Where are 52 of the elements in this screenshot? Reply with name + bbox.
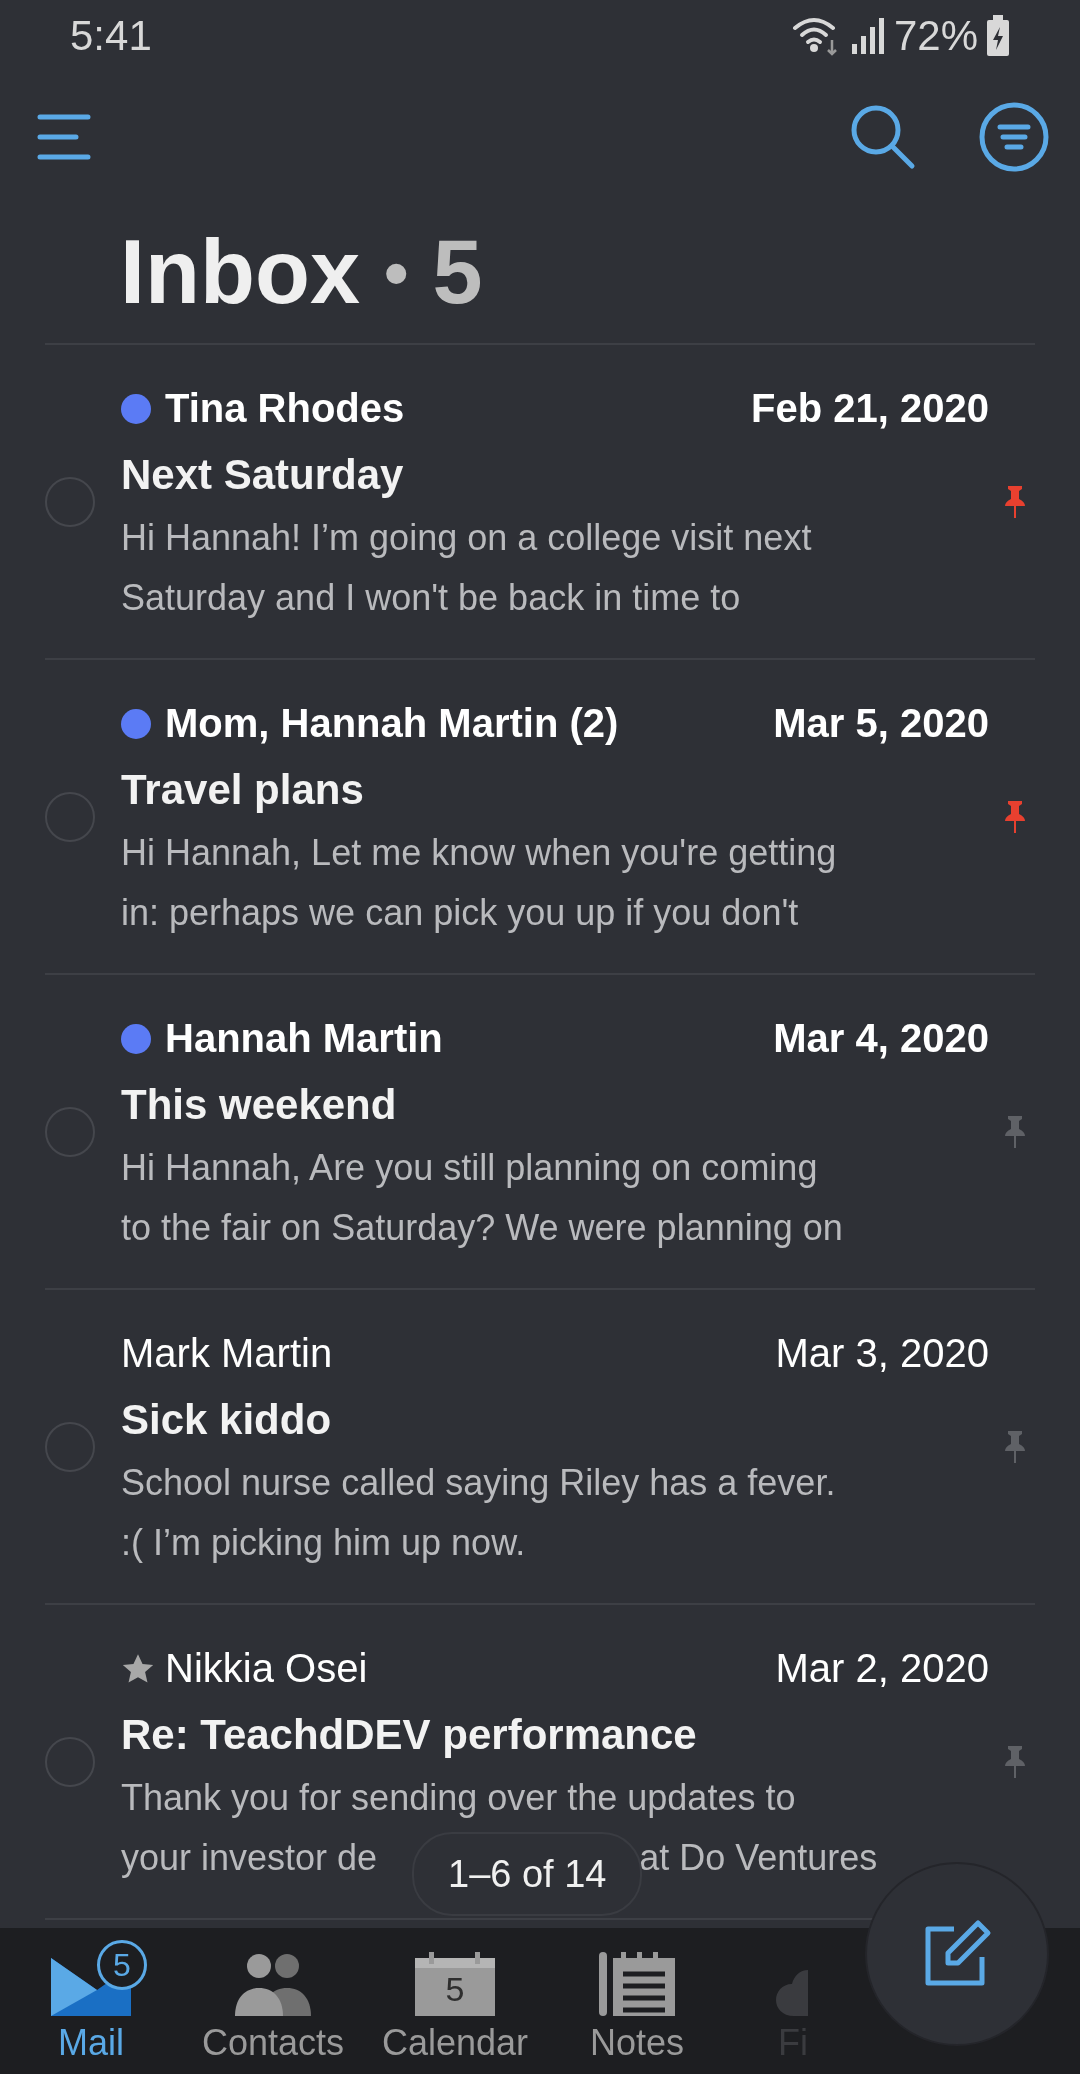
inbox-title: Inbox (120, 221, 360, 324)
message-date: Mar 4, 2020 (773, 1016, 989, 1061)
menu-icon[interactable] (36, 112, 92, 162)
message-subject: Sick kiddo (121, 1394, 333, 1445)
filter-icon[interactable] (978, 101, 1050, 173)
message-preview: in: perhaps we can pick you up if you don't (121, 890, 799, 935)
nav-tab[interactable]: Contacts (182, 1928, 364, 2074)
message-preview: your investor de (121, 1835, 378, 1880)
message-date: Mar 3, 2020 (775, 1331, 989, 1376)
nav-tab[interactable]: Notes (546, 1928, 728, 2074)
message-preview: to the fair on Saturday? We were planning on (121, 1205, 843, 1250)
pushpin-icon[interactable] (1002, 1428, 1028, 1465)
message-preview: Thank you for sending over the updates to (121, 1775, 796, 1820)
message-preview: School nurse called saying Riley has a fever. (121, 1460, 836, 1505)
sender-name: Tina Rhodes (165, 386, 405, 431)
message-date: Feb 21, 2020 (751, 386, 989, 431)
signal-icon (849, 16, 886, 56)
pushpin-icon[interactable] (1002, 1743, 1028, 1780)
people-icon (233, 1952, 313, 2016)
battery-percent: 72% (893, 12, 978, 60)
select-circle[interactable] (45, 1736, 95, 1787)
pushpin-icon[interactable] (1002, 798, 1028, 835)
select-circle[interactable] (45, 1421, 95, 1472)
message-subject: This weekend (121, 1079, 398, 1130)
unread-badge: 5 (97, 1940, 147, 1990)
clock-time: 5:41 (70, 12, 152, 60)
notepad-icon (597, 1952, 677, 2016)
message-preview: Saturday and I won't be back in time to (121, 575, 741, 620)
pushpin-icon[interactable] (1002, 483, 1028, 520)
pushpin-icon[interactable] (1002, 1113, 1028, 1150)
message-subject: Next Saturday (121, 449, 405, 500)
message-preview: Hi Hannah, Let me know when you're getting (121, 830, 837, 875)
message-subject: Re: TeachdDEV performance (121, 1709, 698, 1760)
message-preview: :( I’m picking him up now. (121, 1520, 526, 1565)
message-date: Mar 2, 2020 (775, 1646, 989, 1691)
sender-name: Mom, Hannah Martin (2) (165, 701, 619, 746)
sender-name: Nikkia Osei (165, 1646, 368, 1691)
separator-dot: • (384, 232, 409, 313)
sender-name: Hannah Martin (165, 1016, 443, 1061)
unread-count: 5 (432, 221, 483, 324)
nav-tab[interactable]: 5 Mail (0, 1928, 182, 2074)
battery-charging-icon (986, 15, 1010, 57)
cloud-icon (776, 1970, 810, 2016)
message-preview: Hi Hannah! I’m going on a college visit next (121, 515, 812, 560)
nav-tab[interactable]: 5 Calendar (364, 1928, 546, 2074)
message-subject: Travel plans (121, 764, 365, 815)
message-date: Mar 5, 2020 (773, 701, 989, 746)
message-preview: Hi Hannah, Are you still planning on coming (121, 1145, 818, 1190)
select-circle[interactable] (45, 1106, 95, 1157)
sender-name: Mark Martin (121, 1331, 333, 1376)
select-circle[interactable] (45, 791, 95, 842)
select-circle[interactable] (45, 476, 95, 527)
